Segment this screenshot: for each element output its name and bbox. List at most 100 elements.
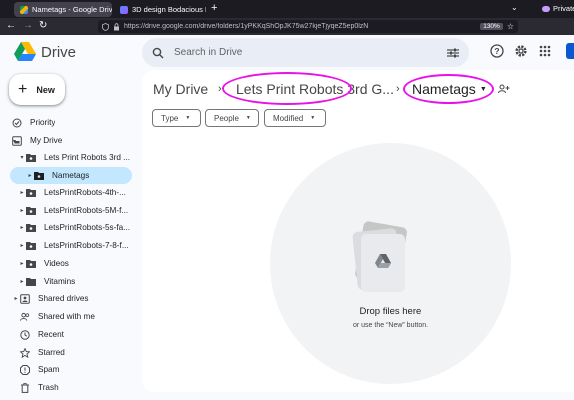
filter-type-chip[interactable]: Type ▼ — [152, 109, 201, 127]
folder-icon — [26, 277, 36, 287]
filter-people-label: People — [214, 113, 239, 123]
sidebar-item-label: LetsPrintRobots-4th-... — [44, 188, 126, 197]
filter-people-chip[interactable]: People ▼ — [205, 109, 259, 127]
folder-menu-chevron-icon[interactable]: ▼ — [480, 86, 487, 93]
forward-button[interactable]: → — [23, 20, 33, 31]
dropdown-caret-icon: ▼ — [310, 115, 316, 121]
expand-chevron-icon[interactable]: ▸ — [18, 278, 26, 285]
search-bar[interactable]: Search in Drive — [142, 38, 469, 67]
current-folder-title: Nametags — [412, 81, 476, 97]
breadcrumb-current-folder[interactable]: Nametags ▼ — [412, 78, 487, 100]
svg-text:?: ? — [494, 46, 499, 56]
private-label: Private — [553, 4, 574, 13]
sidebar-item-label: Vitamins — [44, 277, 76, 286]
breadcrumb-lets-print-robots[interactable]: Lets Print Robots 3rd G... — [236, 81, 394, 97]
sidebar-item-letsprintrobots-5m[interactable]: ▸ LetsPrintRobots-5M-f... — [18, 202, 134, 219]
sidebar-item-label: LetsPrintRobots-5s-fa... — [44, 223, 131, 232]
expand-chevron-icon[interactable]: ▸ — [18, 207, 26, 214]
shared-folder-icon — [26, 241, 36, 251]
shared-drives-icon — [20, 293, 30, 304]
browser-nav-bar: ← → ↻ https://drive.google.com/drive/fol… — [0, 18, 574, 35]
design-favicon-icon — [120, 5, 128, 14]
breadcrumb-separator-icon: › — [396, 83, 400, 95]
search-input[interactable]: Search in Drive — [174, 47, 437, 58]
sidebar-item-label: Starred — [38, 348, 65, 357]
expand-chevron-icon[interactable]: ▸ — [18, 260, 26, 267]
zoom-level[interactable]: 130% — [480, 23, 503, 30]
new-tab-button[interactable]: + — [211, 2, 217, 14]
shared-folder-icon — [26, 223, 36, 233]
sidebar-item-spam[interactable]: Spam — [20, 361, 134, 378]
account-avatar[interactable] — [566, 43, 574, 59]
expand-chevron-icon[interactable]: ▸ — [18, 189, 26, 196]
url-bar[interactable]: https://drive.google.com/drive/folders/1… — [98, 20, 518, 33]
search-options-icon[interactable] — [447, 48, 459, 58]
expand-chevron-icon[interactable]: ▸ — [26, 172, 34, 179]
share-people-icon[interactable] — [498, 84, 510, 94]
tab-nametags[interactable]: Nametags - Google Drive ✕ — [14, 2, 112, 17]
sidebar-item-my-drive[interactable]: My Drive — [12, 132, 134, 149]
back-button[interactable]: ← — [6, 20, 16, 31]
expand-my-drive-chevron-icon[interactable]: ▾ — [13, 138, 16, 145]
shared-folder-icon — [26, 259, 36, 269]
dropdown-caret-icon: ▼ — [245, 115, 251, 121]
sidebar-item-label: Lets Print Robots 3rd ... — [44, 153, 131, 162]
breadcrumb-my-drive[interactable]: My Drive — [153, 81, 208, 97]
breadcrumb-separator-icon: › — [218, 83, 222, 95]
new-button[interactable]: + New — [9, 74, 65, 105]
sidebar-item-vitamins[interactable]: ▸ Vitamins — [18, 273, 134, 290]
shield-icon — [102, 22, 109, 31]
sidebar-item-nametags[interactable]: ▸ Nametags — [10, 167, 132, 184]
lock-icon[interactable] — [113, 22, 120, 31]
sidebar-item-label: My Drive — [30, 136, 63, 145]
clock-icon — [20, 329, 30, 340]
help-icon[interactable]: ? — [490, 44, 504, 58]
sidebar-item-label: Spam — [38, 365, 60, 374]
sidebar-item-shared-drives[interactable]: ▸ Shared drives — [12, 290, 134, 307]
drive-brand: Drive — [41, 44, 77, 61]
sidebar-item-letsprintrobots-7-8[interactable]: ▸ LetsPrintRobots-7-8-f... — [18, 237, 134, 254]
browser-tab-bar: Nametags - Google Drive ✕ 3D design Boda… — [0, 0, 574, 18]
sidebar-item-shared-with-me[interactable]: Shared with me — [20, 308, 134, 325]
dropdown-caret-icon: ▼ — [185, 115, 191, 121]
tab-title: Nametags - Google Drive — [32, 5, 112, 14]
tab-list-chevron-icon[interactable]: ⌄ — [511, 3, 518, 12]
sidebar-item-label: Nametags — [52, 171, 90, 180]
collapse-chevron-icon[interactable]: ▾ — [18, 154, 26, 161]
url-text: https://drive.google.com/drive/folders/1… — [124, 23, 369, 30]
reload-button[interactable]: ↻ — [39, 20, 47, 31]
shared-folder-icon — [34, 171, 44, 181]
trash-icon — [20, 382, 30, 393]
private-mask-icon — [542, 5, 550, 12]
sidebar-item-recent[interactable]: Recent — [20, 326, 134, 343]
sidebar-item-trash[interactable]: Trash — [20, 379, 134, 396]
sidebar-item-starred[interactable]: Starred — [20, 344, 134, 361]
sidebar-item-lets-print-robots-3rd[interactable]: ▾ Lets Print Robots 3rd ... — [18, 149, 134, 166]
shared-folder-icon — [26, 153, 36, 163]
sidebar-item-label: LetsPrintRobots-7-8-f... — [44, 241, 129, 250]
sidebar-item-label: Videos — [44, 259, 69, 268]
spam-icon — [20, 364, 30, 375]
sidebar-item-label: Priority — [30, 118, 56, 127]
sidebar-item-priority[interactable]: Priority — [12, 114, 134, 131]
drive-logo-icon[interactable] — [14, 42, 36, 62]
filter-modified-chip[interactable]: Modified ▼ — [264, 109, 326, 127]
bookmark-star-icon[interactable]: ☆ — [507, 22, 514, 31]
people-icon — [20, 312, 30, 322]
expand-chevron-icon[interactable]: ▸ — [18, 224, 26, 231]
expand-chevron-icon[interactable]: ▸ — [18, 242, 26, 249]
shared-folder-icon — [26, 188, 36, 198]
new-button-label: New — [36, 84, 55, 95]
tab-title: 3D design Bodacious Bru — [132, 5, 206, 14]
filter-modified-label: Modified — [273, 113, 304, 123]
private-browsing-indicator: Private — [542, 4, 574, 13]
sidebar-item-videos[interactable]: ▸ Videos — [18, 255, 134, 272]
sidebar-item-letsprintrobots-4th[interactable]: ▸ LetsPrintRobots-4th-... — [18, 184, 134, 201]
search-icon[interactable] — [152, 47, 164, 59]
settings-gear-icon[interactable] — [514, 44, 528, 58]
apps-grid-icon[interactable] — [538, 44, 552, 58]
sidebar-item-letsprintrobots-5s[interactable]: ▸ LetsPrintRobots-5s-fa... — [18, 219, 134, 236]
tab-3d-design[interactable]: 3D design Bodacious Bru — [114, 2, 206, 17]
expand-chevron-icon[interactable]: ▸ — [12, 295, 20, 302]
drive-header: Drive Search in Drive ? — [0, 35, 574, 70]
